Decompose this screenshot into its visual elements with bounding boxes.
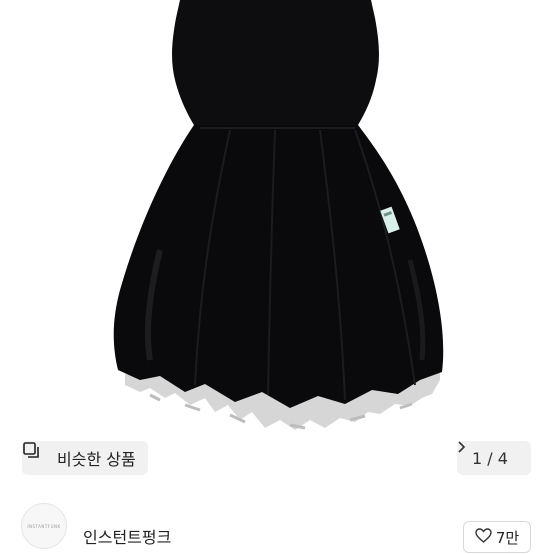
dress-bodice [172,0,379,125]
seller-name[interactable]: 인스턴트펑크 [83,524,171,548]
avatar-logo-text: INSTANTFUNK [27,523,61,529]
pager-text: 1 / 4 [472,448,508,468]
similar-products-label: 비슷한 상품 [57,450,136,469]
like-count: 7만 [495,528,520,547]
heart-outline-icon [475,527,492,547]
like-button[interactable]: 7만 [463,521,531,553]
seller-avatar[interactable]: INSTANTFUNK [21,503,67,549]
dress-image [113,0,444,430]
similar-items-icon [23,442,51,467]
product-image-gallery[interactable]: 비슷한 상품 1 / 4 [0,0,554,490]
image-pager[interactable]: 1 / 4 [457,441,531,475]
similar-products-button[interactable]: 비슷한 상품 [22,441,148,475]
